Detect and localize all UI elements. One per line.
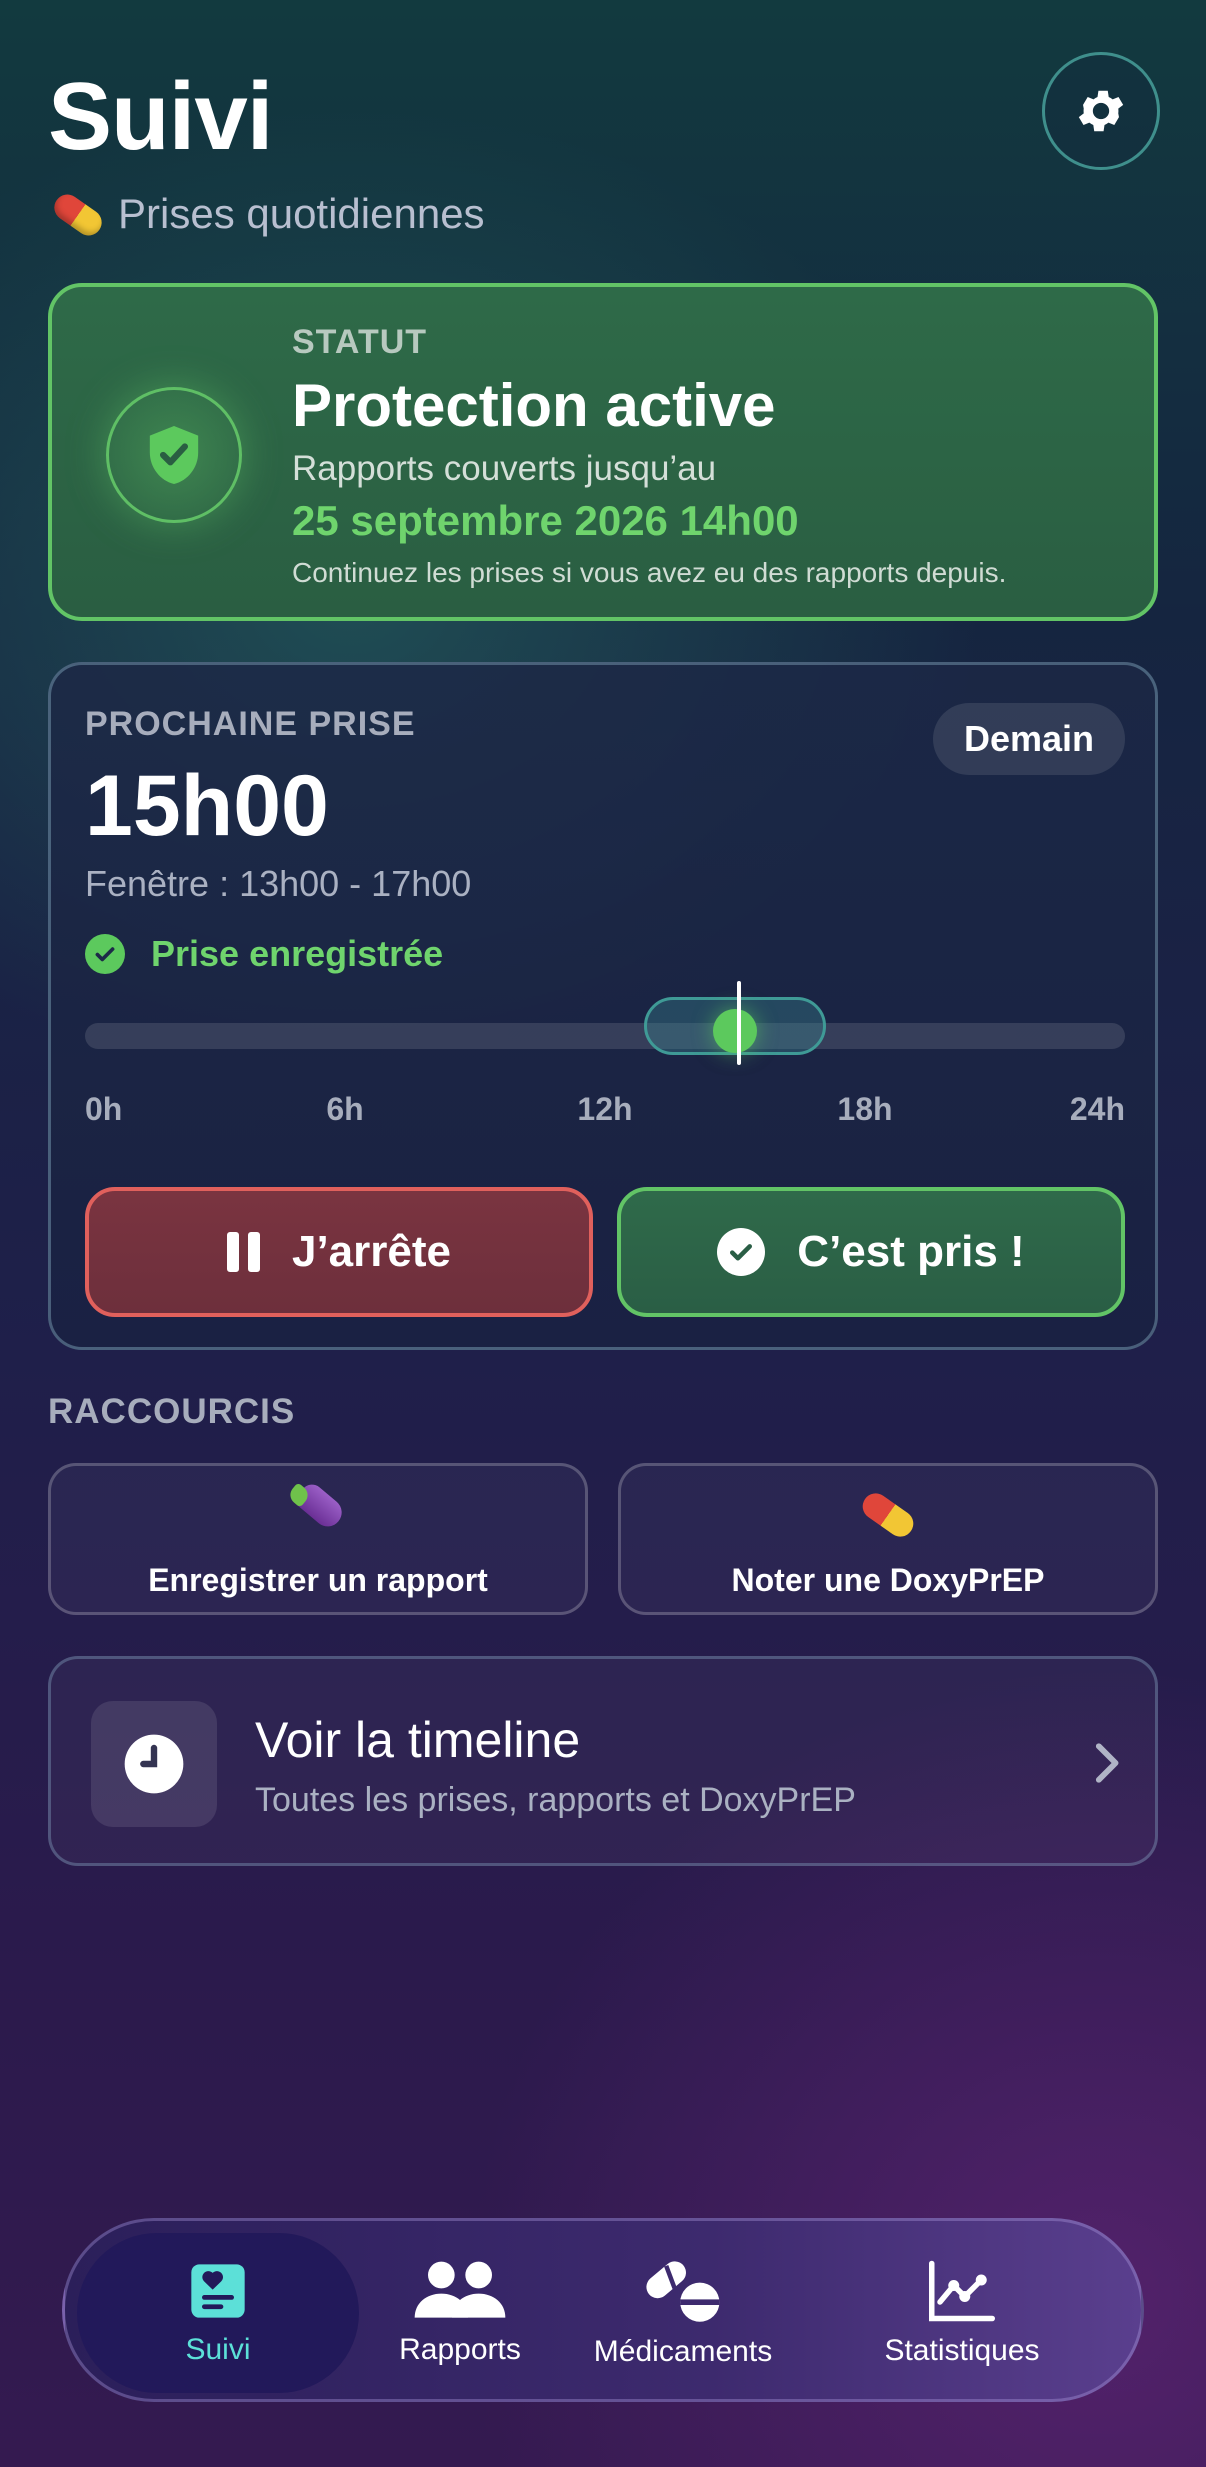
intake-window: Fenêtre : 13h00 - 17h00 [85, 863, 472, 904]
nav-label: Médicaments [593, 2335, 773, 2368]
page-subtitle-text: Prises quotidiennes [118, 190, 485, 237]
nav-item-medicaments[interactable]: Médicaments [565, 2221, 801, 2405]
check-circle-icon [85, 934, 125, 974]
check-circle-icon [717, 1228, 766, 1276]
intake-marker [713, 1009, 757, 1053]
day-badge: Demain [933, 703, 1125, 775]
shortcut-label: Noter une DoxyPrEP [731, 1562, 1045, 1598]
page-subtitle: Prises quotidiennes [48, 186, 485, 242]
taken-button-label: C’est pris ! [797, 1227, 1025, 1276]
stop-button-label: J’arrête [291, 1227, 451, 1276]
clock-icon [124, 1734, 184, 1794]
status-coverage-date: 25 septembre 2026 14h00 [292, 497, 799, 544]
bottom-navigation: Suivi Rapports Médicaments Statistiques [62, 2218, 1144, 2402]
pill-icon [48, 186, 107, 242]
chevron-right-icon [1095, 1743, 1119, 1783]
timeline-tick-label: 24h [1069, 1091, 1125, 1127]
nav-item-suivi[interactable]: Suivi [77, 2221, 359, 2405]
pause-icon [226, 1232, 260, 1272]
stop-button[interactable]: J’arrête [85, 1187, 593, 1317]
nav-label: Statistiques [884, 2334, 1040, 2367]
page-title: Suivi [48, 63, 273, 170]
status-note: Continuez les prises si vous avez eu des… [292, 557, 1007, 588]
heart-card-icon [191, 2264, 245, 2318]
intake-recorded-status: Prise enregistrée [85, 933, 443, 975]
gear-icon [1078, 90, 1124, 132]
nav-label: Rapports [399, 2333, 521, 2366]
view-timeline-card[interactable]: Voir la timeline Toutes les prises, rapp… [48, 1656, 1158, 1866]
clock-tile [91, 1701, 217, 1827]
intake-recorded-text: Prise enregistrée [151, 933, 444, 974]
pills-icon [646, 2261, 720, 2322]
current-time-marker [737, 981, 741, 1065]
shortcut-label: Enregistrer un rapport [148, 1562, 488, 1598]
view-timeline-title: Voir la timeline [255, 1712, 581, 1768]
timeline-tick-label: 0h [85, 1091, 123, 1127]
taken-button[interactable]: C’est pris ! [617, 1187, 1125, 1317]
people-icon [414, 2261, 506, 2318]
timeline-tick-label: 12h [577, 1091, 633, 1127]
view-timeline-subtitle: Toutes les prises, rapports et DoxyPrEP [255, 1781, 856, 1819]
status-label: STATUT [292, 323, 428, 361]
note-doxyprep-shortcut[interactable]: Noter une DoxyPrEP [618, 1463, 1158, 1615]
day-timeline-track [85, 981, 1125, 1065]
nav-item-rapports[interactable]: Rapports [355, 2221, 565, 2405]
timeline-tick-label: 6h [326, 1091, 364, 1127]
pill-icon [857, 1484, 919, 1544]
settings-button[interactable] [1042, 52, 1160, 170]
eggplant-icon [286, 1479, 348, 1544]
nav-label: Suivi [185, 2333, 251, 2366]
next-intake-card: PROCHAINE PRISE Demain 15h00 Fenêtre : 1… [48, 662, 1158, 1350]
nav-item-statistiques[interactable]: Statistiques [817, 2221, 1107, 2405]
status-title: Protection active [292, 372, 776, 439]
shortcuts-label: RACCOURCIS [48, 1392, 296, 1431]
status-coverage-text: Rapports couverts jusqu’au [292, 449, 717, 488]
timeline-tick-label: 18h [837, 1091, 893, 1127]
shield-badge [106, 387, 242, 523]
shield-check-icon [149, 426, 199, 484]
record-report-shortcut[interactable]: Enregistrer un rapport [48, 1463, 588, 1615]
chart-icon [929, 2260, 995, 2322]
protection-status-card: STATUT Protection active Rapports couver… [48, 283, 1158, 621]
next-intake-label: PROCHAINE PRISE [85, 705, 416, 743]
next-intake-time: 15h00 [85, 758, 329, 854]
